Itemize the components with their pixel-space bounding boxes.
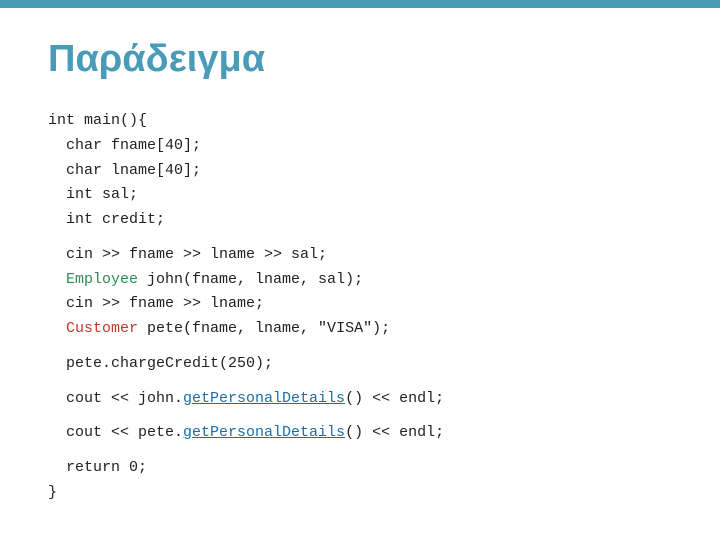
john-getpersonal-method: getPersonalDetails [183, 390, 345, 407]
code-line-13: return 0; [48, 456, 672, 481]
code-line-14: } [48, 481, 672, 506]
code-gap-3 [48, 377, 672, 387]
code-line-3: char lname[40]; [48, 159, 672, 184]
code-gap-1 [48, 233, 672, 243]
slide-title: Παράδειγμα [48, 38, 672, 81]
customer-keyword: Customer [66, 320, 138, 337]
code-line-11: cout << john.getPersonalDetails() << end… [48, 387, 672, 412]
top-bar [0, 0, 720, 8]
code-line-2: char fname[40]; [48, 134, 672, 159]
code-line-1: int main(){ [48, 109, 672, 134]
code-line-10: pete.chargeCredit(250); [48, 352, 672, 377]
code-line-12: cout << pete.getPersonalDetails() << end… [48, 421, 672, 446]
code-line-7: Employee john(fname, lname, sal); [48, 268, 672, 293]
code-gap-2 [48, 342, 672, 352]
code-gap-5 [48, 446, 672, 456]
code-line-9: Customer pete(fname, lname, "VISA"); [48, 317, 672, 342]
employee-keyword: Employee [66, 271, 138, 288]
code-line-4: int sal; [48, 183, 672, 208]
code-line-8: cin >> fname >> lname; [48, 292, 672, 317]
slide: Παράδειγμα int main(){ char fname[40]; c… [0, 0, 720, 540]
code-line-5: int credit; [48, 208, 672, 233]
slide-content: Παράδειγμα int main(){ char fname[40]; c… [0, 8, 720, 526]
code-line-6: cin >> fname >> lname >> sal; [48, 243, 672, 268]
code-gap-4 [48, 411, 672, 421]
code-block: int main(){ char fname[40]; char lname[4… [48, 109, 672, 506]
pete-getpersonal-method: getPersonalDetails [183, 424, 345, 441]
